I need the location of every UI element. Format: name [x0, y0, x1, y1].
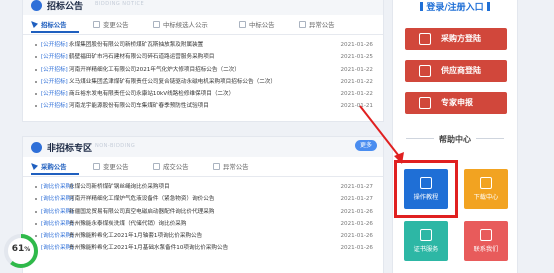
list-item[interactable]: [公开招标] 鹤壁福田矿市冯石建材有限公司碎石道路运营服务采购项目 2021-01-…: [23, 51, 383, 63]
document-icon: [239, 21, 246, 28]
tab-change-notice[interactable]: 变更公告: [93, 161, 129, 174]
active-tab-underline: [31, 31, 79, 33]
bidding-title: 招标公告: [47, 2, 84, 12]
list-item[interactable]: [询比价采购] 贵州豫能黔希化工2021年1月基础水泵备件10项询比价采购公告 20…: [23, 242, 383, 254]
contact-us-tile[interactable]: 联系我们: [464, 221, 508, 261]
bidding-list: [公开招标] 永煤集团股份有限公司新桥煤矿瓦斯抽放泵及附属装置 2021-01-26…: [23, 39, 383, 113]
list-item[interactable]: [询比价采购] 永煤公司新桥煤矿钢丝绳询比价采购项目 2021-01-27: [23, 181, 383, 193]
certificate-service-tile[interactable]: 证书服务: [404, 221, 448, 261]
gauge-value: 61%: [11, 244, 31, 254]
list-item[interactable]: [公开招标] 永煤集团股份有限公司新桥煤矿瓦斯抽放泵及附属装置 2021-01-26: [23, 39, 383, 51]
tab-award-notice[interactable]: 中标公告: [239, 19, 275, 32]
non-bidding-header: 非招标专区 NON-BIDDING 更多: [23, 137, 383, 157]
list-item[interactable]: [公开招标] 商丘裕东发电有限责任公司永康站10kV线路检修维保项目（二次） 202…: [23, 88, 383, 100]
bidding-panel: 招标公告 BIDDING NOTICE 招标公告 变更公告 中标候选人公示 中标…: [22, 0, 384, 122]
contact-icon: [480, 229, 492, 241]
book-icon: [420, 177, 432, 189]
send-icon: [31, 163, 38, 170]
document-icon: [299, 21, 306, 28]
non-bidding-panel: 非招标专区 NON-BIDDING 更多 采购公告 变更公告 成交公告 异常公告…: [22, 136, 384, 273]
active-tab-underline: [31, 173, 79, 175]
non-bidding-title: 非招标专区: [47, 144, 93, 154]
bidding-tabs: 招标公告 变更公告 中标候选人公示 中标公告 异常公告: [23, 15, 383, 35]
tab-change-notice[interactable]: 变更公告: [93, 19, 129, 32]
list-item[interactable]: [询比价采购] 新疆国龙贸易有限公司真空电磁启动器配件询比价代理采购 2021-01…: [23, 206, 383, 218]
list-item[interactable]: [询比价采购] 贵州豫能黔希化工2021年1月轴套1项询比价采购公告 2021-01…: [23, 230, 383, 242]
bidding-subtitle: BIDDING NOTICE: [95, 1, 145, 7]
list-item[interactable]: [公开招标] 河南龙宇能源股份有限公司车集煤矿春季预防性试验项目 2021-01-2…: [23, 100, 383, 112]
document-icon: [93, 163, 100, 170]
tab-candidate-notice[interactable]: 中标候选人公示: [153, 19, 208, 32]
bidding-header: 招标公告 BIDDING NOTICE: [23, 0, 383, 15]
left-column: 招标公告 BIDDING NOTICE 招标公告 变更公告 中标候选人公示 中标…: [22, 0, 384, 273]
list-item[interactable]: [公开招标] 河南开祥精细化工有限公司2021年气化炉大修项目招标公告（二次） 20…: [23, 64, 383, 76]
document-icon: [213, 163, 220, 170]
progress-gauge: 61%: [2, 232, 40, 270]
title-bar-right: [486, 2, 490, 11]
tab-deal-notice[interactable]: 成交公告: [153, 161, 189, 174]
list-item[interactable]: [询比价采购] 贵州豫能永泰煤炭洗煤（代储代销）询比价采购 2021-01-26: [23, 218, 383, 230]
page: 招标公告 BIDDING NOTICE 招标公告 变更公告 中标候选人公示 中标…: [0, 0, 554, 273]
person-icon: [419, 97, 431, 109]
send-icon: [31, 21, 38, 28]
login-title: 登录/注册入口: [393, 0, 517, 18]
download-icon: [480, 177, 492, 189]
tab-abnormal-notice[interactable]: 异常公告: [299, 19, 335, 32]
document-icon: [93, 21, 100, 28]
cart-icon: [419, 33, 431, 45]
tutorial-tile[interactable]: 操作教程: [404, 169, 448, 209]
help-center-title: 帮助中心: [393, 134, 517, 145]
section-icon: [31, 0, 42, 11]
non-bidding-tabs: 采购公告 变更公告 成交公告 异常公告: [23, 157, 383, 177]
tab-abnormal-notice[interactable]: 异常公告: [213, 161, 249, 174]
certificate-icon: [420, 229, 432, 241]
right-column: 登录/注册入口 采购方登陆 供应商登陆 专家申报 帮助中心 操作教程 下载中心 …: [392, 0, 518, 273]
more-button[interactable]: 更多: [354, 140, 377, 151]
non-bidding-list: [询比价采购] 永煤公司新桥煤矿钢丝绳询比价采购项目 2021-01-27 [询比价…: [23, 181, 383, 255]
document-icon: [153, 21, 160, 28]
title-bar-left: [420, 2, 424, 11]
list-item[interactable]: [公开招标] 义马煤业集团孟津煤矿有限责任公司复合链驱动永磁电机采购项目招标公告（…: [23, 76, 383, 88]
non-bidding-subtitle: NON-BIDDING: [95, 143, 136, 149]
store-icon: [419, 65, 431, 77]
list-item[interactable]: [询比价采购] 河南开祥精细化工煤炉气危液设备件（紧急物资）询价公告 2021-01…: [23, 193, 383, 205]
expert-apply-button[interactable]: 专家申报: [405, 92, 507, 114]
supplier-login-button[interactable]: 供应商登陆: [405, 60, 507, 82]
purchaser-login-button[interactable]: 采购方登陆: [405, 28, 507, 50]
document-icon: [153, 163, 160, 170]
download-center-tile[interactable]: 下载中心: [464, 169, 508, 209]
section-icon: [31, 142, 42, 153]
